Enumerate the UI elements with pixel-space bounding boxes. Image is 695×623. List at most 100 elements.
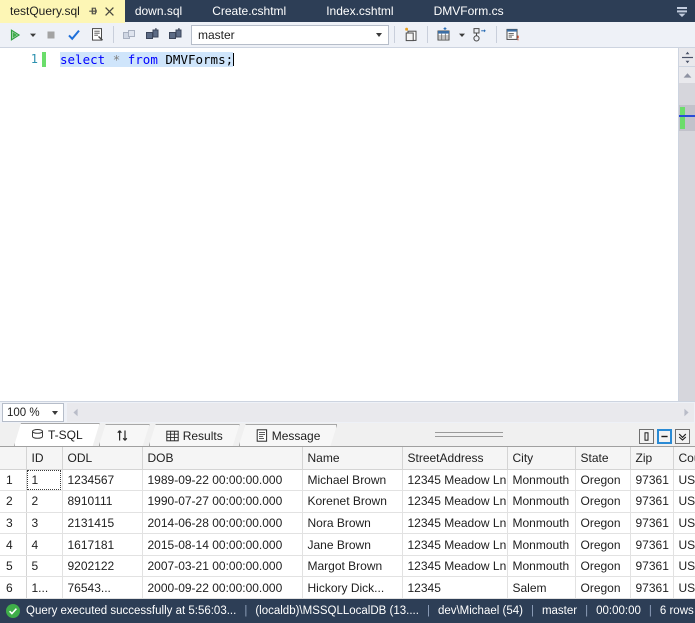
cell-state[interactable]: Oregon	[575, 469, 631, 492]
table-row[interactable]: 3 3 2131415 2014-06-28 00:00:00.000 Nora…	[0, 512, 695, 535]
cell-streetaddress[interactable]: 12345 Meadow Ln	[402, 490, 508, 513]
cell-dob[interactable]: 2014-06-28 00:00:00.000	[142, 512, 303, 535]
results-to-grid-button[interactable]	[433, 24, 455, 46]
disconnect-button[interactable]	[119, 24, 141, 46]
cell-id[interactable]: 2	[26, 490, 63, 513]
row-number[interactable]: 2	[0, 490, 27, 513]
cell-state[interactable]: Oregon	[575, 555, 631, 578]
cell-dob[interactable]: 2015-08-14 00:00:00.000	[142, 533, 303, 556]
chevron-down-icon[interactable]	[52, 410, 58, 415]
database-selector[interactable]: master	[191, 24, 389, 45]
scroll-left-button[interactable]	[67, 403, 83, 422]
scroll-track[interactable]	[679, 83, 695, 401]
pin-icon[interactable]	[88, 6, 99, 17]
cell-odl[interactable]: 9202122	[62, 555, 143, 578]
cell-country[interactable]: USA	[673, 469, 695, 492]
cell-dob[interactable]: 2007-03-21 00:00:00.000	[142, 555, 303, 578]
cell-city[interactable]: Monmouth	[507, 555, 576, 578]
scroll-right-button[interactable]	[678, 403, 694, 422]
split-view-button[interactable]	[679, 48, 695, 67]
cell-city[interactable]: Monmouth	[507, 469, 576, 492]
results-grid-container[interactable]: ID ODL DOB Name StreetAddress City State…	[0, 447, 695, 599]
table-row[interactable]: 2 2 8910111 1990-07-27 00:00:00.000 Kore…	[0, 490, 695, 513]
cell-zip[interactable]: 97361	[630, 533, 674, 556]
cell-id[interactable]: 5	[26, 555, 63, 578]
parse-query-button[interactable]	[63, 24, 85, 46]
cell-streetaddress[interactable]: 12345 Meadow Ln	[402, 533, 508, 556]
document-tab-index-cshtml[interactable]: Index.cshtml	[306, 0, 413, 22]
cell-zip[interactable]: 97361	[630, 490, 674, 513]
document-tab-dmvform-cs[interactable]: DMVForm.cs	[414, 0, 524, 22]
tab-sort[interactable]	[99, 424, 150, 446]
query-options-button[interactable]	[86, 24, 108, 46]
cell-country[interactable]: USA	[673, 555, 695, 578]
cell-name[interactable]: Michael Brown	[302, 469, 403, 492]
grid-header-id[interactable]: ID	[26, 447, 63, 470]
cell-odl[interactable]: 2131415	[62, 512, 143, 535]
cell-state[interactable]: Oregon	[575, 576, 631, 599]
grid-header-name[interactable]: Name	[302, 447, 403, 470]
tab-overflow-button[interactable]	[669, 0, 695, 22]
cell-zip[interactable]: 97361	[630, 512, 674, 535]
grid-header-odl[interactable]: ODL	[62, 447, 143, 470]
grid-header-city[interactable]: City	[507, 447, 576, 470]
panel-drag-grip[interactable]	[435, 432, 503, 440]
cell-streetaddress[interactable]: 12345 Meadow Ln	[402, 555, 508, 578]
panel-dropdown-button[interactable]	[675, 429, 690, 444]
row-number[interactable]: 1	[0, 469, 27, 492]
tab-results[interactable]: Results	[149, 424, 240, 446]
row-number[interactable]: 5	[0, 555, 27, 578]
results-dropdown-button[interactable]	[456, 24, 468, 46]
scroll-up-button[interactable]	[679, 67, 695, 83]
cell-city[interactable]: Monmouth	[507, 512, 576, 535]
code-area[interactable]: select * from DMVForms;	[46, 48, 678, 401]
stop-button[interactable]	[40, 24, 62, 46]
row-number[interactable]: 6	[0, 576, 27, 599]
new-query-button[interactable]	[400, 24, 422, 46]
cell-odl[interactable]: 76543...	[62, 576, 143, 599]
cell-name[interactable]: Jane Brown	[302, 533, 403, 556]
cell-dob[interactable]: 1989-09-22 00:00:00.000	[142, 469, 303, 492]
table-row[interactable]: 1 1 1234567 1989-09-22 00:00:00.000 Mich…	[0, 469, 695, 492]
execute-button[interactable]	[4, 24, 26, 46]
restore-button[interactable]	[639, 429, 654, 444]
cell-city[interactable]: Salem	[507, 576, 576, 599]
cell-state[interactable]: Oregon	[575, 512, 631, 535]
grid-header-state[interactable]: State	[575, 447, 631, 470]
grid-header-zip[interactable]: Zip	[630, 447, 674, 470]
cell-name[interactable]: Hickory Dick...	[302, 576, 403, 599]
editor-horizontal-scrollbar[interactable]	[67, 403, 694, 422]
results-to-text-button[interactable]	[502, 24, 524, 46]
cell-odl[interactable]: 1234567	[62, 469, 143, 492]
cell-city[interactable]: Monmouth	[507, 533, 576, 556]
cell-country[interactable]: USA	[673, 576, 695, 599]
cell-streetaddress[interactable]: 12345 Meadow Ln	[402, 469, 508, 492]
document-tab-create-cshtml[interactable]: Create.cshtml	[192, 0, 306, 22]
chevron-down-icon[interactable]	[376, 32, 382, 37]
cell-id[interactable]: 1	[26, 469, 63, 492]
zoom-level-selector[interactable]: 100 %	[2, 403, 64, 422]
cell-zip[interactable]: 97361	[630, 469, 674, 492]
grid-header-dob[interactable]: DOB	[142, 447, 303, 470]
tab-tsql[interactable]: T-SQL	[14, 423, 100, 446]
sql-editor[interactable]: 1 select * from DMVForms;	[0, 48, 678, 401]
document-tab-testquery[interactable]: testQuery.sql	[0, 0, 125, 23]
editor-vertical-scrollbar[interactable]	[678, 48, 695, 401]
close-icon[interactable]	[104, 6, 115, 17]
change-connection-button[interactable]	[165, 24, 187, 46]
connect-button[interactable]	[142, 24, 164, 46]
table-row[interactable]: 4 4 1617181 2015-08-14 00:00:00.000 Jane…	[0, 533, 695, 556]
execute-dropdown-button[interactable]	[27, 24, 39, 46]
cell-streetaddress[interactable]: 12345	[402, 576, 508, 599]
cell-name[interactable]: Korenet Brown	[302, 490, 403, 513]
cell-id[interactable]: 4	[26, 533, 63, 556]
cell-city[interactable]: Monmouth	[507, 490, 576, 513]
cell-id[interactable]: 1...	[26, 576, 63, 599]
cell-state[interactable]: Oregon	[575, 490, 631, 513]
minimize-button[interactable]	[657, 429, 672, 444]
cell-state[interactable]: Oregon	[575, 533, 631, 556]
cell-zip[interactable]: 97361	[630, 555, 674, 578]
cell-dob[interactable]: 1990-07-27 00:00:00.000	[142, 490, 303, 513]
cell-streetaddress[interactable]: 12345 Meadow Ln	[402, 512, 508, 535]
cell-country[interactable]: USA	[673, 512, 695, 535]
